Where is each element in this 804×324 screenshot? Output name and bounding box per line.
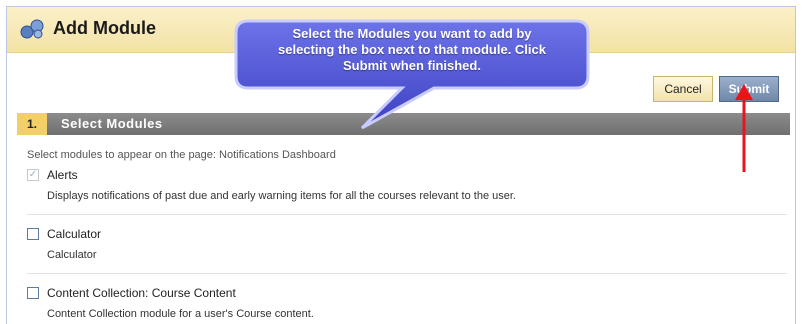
module-title: Content Collection: Course Content bbox=[47, 286, 236, 300]
callout-line: Submit when finished. bbox=[343, 58, 481, 73]
divider bbox=[27, 214, 787, 215]
cancel-button[interactable]: Cancel bbox=[653, 76, 713, 102]
module-title: Alerts bbox=[47, 168, 78, 182]
callout-line: Select the Modules you want to add by bbox=[292, 26, 532, 41]
puzzle-modules-icon bbox=[20, 19, 44, 39]
step-title: Select Modules bbox=[61, 116, 163, 131]
callout-text: Select the Modules you want to add by se… bbox=[240, 26, 584, 74]
module-description: Displays notifications of past due and e… bbox=[47, 190, 516, 202]
submit-button[interactable]: Submit bbox=[719, 76, 779, 102]
step-number: 1. bbox=[17, 113, 47, 135]
callout-line: selecting the box next to that module. C… bbox=[278, 42, 546, 57]
module-description: Content Collection module for a user's C… bbox=[47, 308, 314, 320]
module-checkbox-content-collection[interactable] bbox=[27, 287, 39, 299]
module-checkbox-calculator[interactable] bbox=[27, 228, 39, 240]
module-description: Calculator bbox=[47, 249, 97, 261]
divider bbox=[27, 273, 787, 274]
module-checkbox-alerts: ✓ bbox=[27, 169, 39, 181]
module-title: Calculator bbox=[47, 227, 102, 241]
page-title: Add Module bbox=[53, 18, 156, 38]
instructions-text: Select modules to appear on the page: No… bbox=[27, 149, 336, 161]
step-header: 1. Select Modules bbox=[17, 113, 790, 135]
